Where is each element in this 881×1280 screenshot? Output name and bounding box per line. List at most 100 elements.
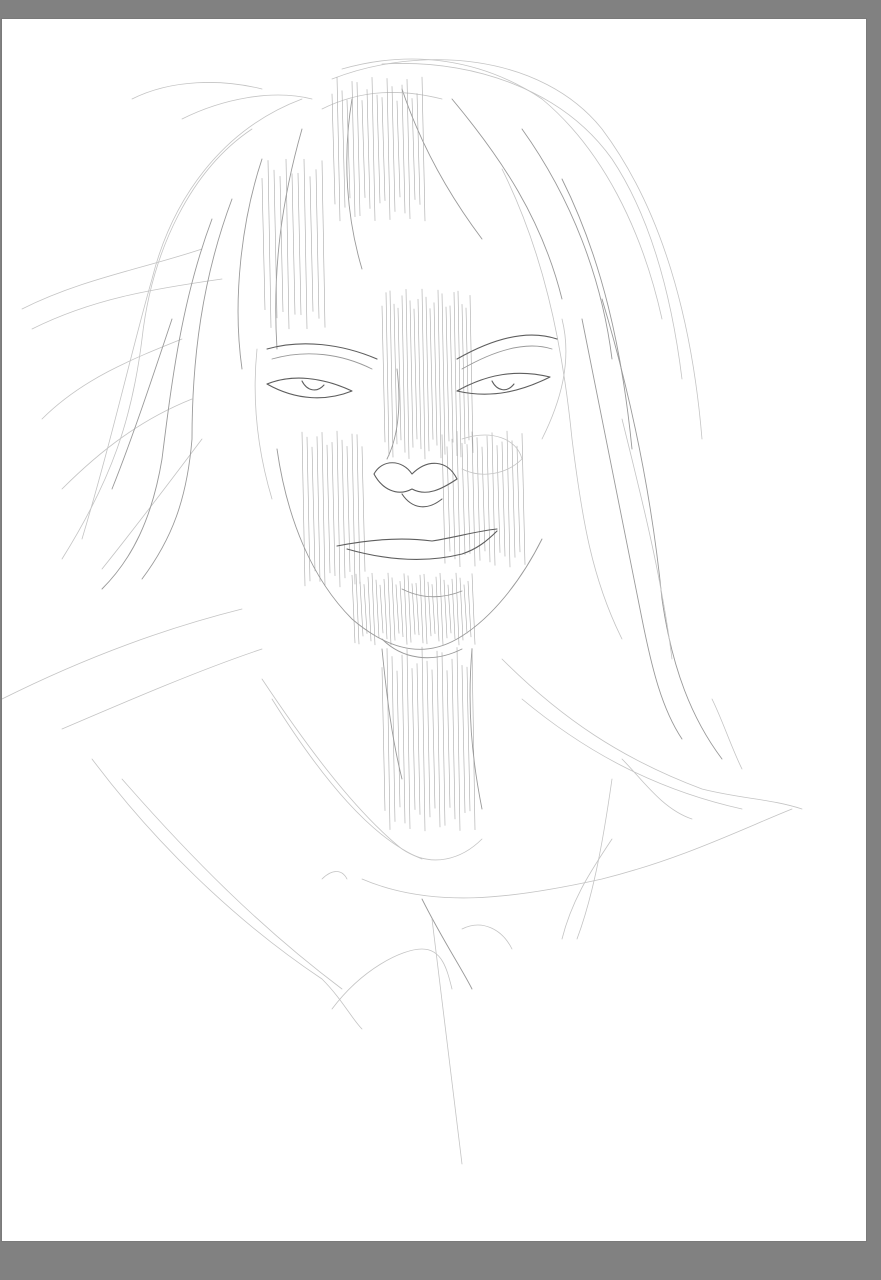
neck-collar-strokes	[91, 648, 803, 1165]
hatch-stroke	[389, 290, 394, 458]
hatch-stroke	[386, 648, 391, 830]
hatch-stroke	[273, 169, 278, 319]
hair-strokes	[2, 58, 723, 760]
hatch-stroke	[471, 573, 476, 645]
hatch-stroke	[316, 436, 321, 582]
hatch-stroke	[439, 572, 444, 646]
hatch-stroke	[446, 670, 451, 808]
hatch-stroke	[391, 86, 396, 212]
hatch-stroke	[403, 573, 408, 645]
hatch-stroke	[355, 573, 360, 645]
hatch-stroke	[396, 100, 401, 198]
hatch-stroke	[406, 78, 411, 220]
hatch-stroke	[386, 78, 391, 220]
hatch-stroke	[379, 584, 384, 634]
hatch-stroke	[395, 584, 400, 634]
hatch-stroke	[303, 158, 308, 330]
hatch-stroke	[461, 665, 466, 813]
hatch-stroke	[366, 89, 371, 209]
hatch-stroke	[267, 160, 272, 328]
hatch-stroke	[443, 579, 448, 639]
hatch-stroke	[437, 289, 442, 459]
hatch-stroke	[427, 581, 432, 637]
hatch-stroke	[417, 298, 422, 450]
hatch-stroke	[381, 667, 386, 811]
drawing-canvas[interactable]	[2, 19, 866, 1241]
hatch-stroke	[459, 577, 464, 641]
hatch-stroke	[436, 650, 441, 828]
hatch-stroke	[401, 84, 406, 214]
hatch-stroke	[451, 658, 456, 820]
hatch-stroke	[431, 584, 436, 634]
hatch-stroke	[261, 177, 266, 311]
hatch-stroke	[447, 584, 452, 634]
hatch-stroke	[336, 76, 341, 222]
hatch-stroke	[466, 444, 471, 554]
hatch-stroke	[501, 441, 506, 557]
hatch-stroke	[463, 584, 468, 634]
workspace-background	[0, 0, 881, 1280]
hatch-stroke	[451, 438, 456, 560]
hatch-stroke	[406, 648, 411, 830]
hatch-stroke	[297, 172, 302, 316]
hatch-stroke	[415, 582, 420, 636]
hatch-stroke	[383, 578, 388, 640]
hatch-stroke	[455, 572, 460, 646]
hatch-stroke	[419, 574, 424, 644]
hatch-stroke	[321, 432, 326, 586]
hatch-stroke	[416, 663, 421, 815]
hatch-stroke	[425, 296, 430, 452]
hatch-stroke	[361, 100, 366, 198]
hatch-stroke	[331, 441, 336, 577]
hatch-stroke	[456, 647, 461, 831]
hatch-stroke	[511, 440, 516, 558]
hatch-stroke	[375, 579, 380, 639]
hatch-stroke	[481, 446, 486, 552]
hatch-stroke	[405, 289, 410, 459]
hatch-stroke	[291, 173, 296, 315]
hatch-stroke	[421, 288, 426, 460]
hatch-stroke	[456, 431, 461, 567]
hatch-stroke	[341, 439, 346, 579]
hatch-stroke	[315, 169, 320, 319]
hatch-stroke	[506, 430, 511, 568]
hatch-stroke	[453, 291, 458, 457]
hatch-stroke	[351, 81, 356, 217]
hatch-stroke	[411, 668, 416, 810]
hatch-stroke	[411, 583, 416, 635]
hatch-stroke	[376, 94, 381, 204]
hatch-stroke	[431, 669, 436, 809]
hatch-stroke	[496, 445, 501, 553]
hatch-stroke	[413, 308, 418, 440]
hatch-stroke	[461, 303, 466, 445]
hatch-stroke	[441, 293, 446, 455]
hatch-stroke	[401, 295, 406, 453]
hatch-stroke	[426, 660, 431, 818]
hatch-stroke	[461, 442, 466, 556]
hatch-stroke	[391, 577, 396, 641]
hatch-stroke	[416, 93, 421, 205]
hatch-stroke	[309, 176, 314, 312]
hatch-stroke	[445, 306, 450, 442]
hatch-stroke	[421, 76, 426, 222]
hatch-stroke	[301, 431, 306, 587]
hatch-stroke	[351, 574, 356, 644]
hatch-stroke	[381, 305, 386, 443]
hatch-stroke	[326, 444, 331, 574]
hatch-stroke	[407, 575, 412, 643]
hatch-stroke	[457, 290, 462, 458]
hatch-stroke	[465, 307, 470, 441]
hatch-stroke	[341, 90, 346, 208]
hatch-stroke	[411, 98, 416, 200]
hatch-stroke	[385, 292, 390, 456]
hatch-stroke	[311, 446, 316, 572]
hatch-stroke	[331, 93, 336, 205]
hatch-stroke	[371, 77, 376, 221]
hatch-stroke	[393, 303, 398, 445]
hatch-stroke	[466, 666, 471, 812]
hatch-stroke	[346, 446, 351, 572]
hatch-stroke	[401, 654, 406, 824]
hatch-stroke	[446, 446, 451, 552]
hatch-stroke	[435, 576, 440, 642]
hatch-stroke	[429, 308, 434, 440]
